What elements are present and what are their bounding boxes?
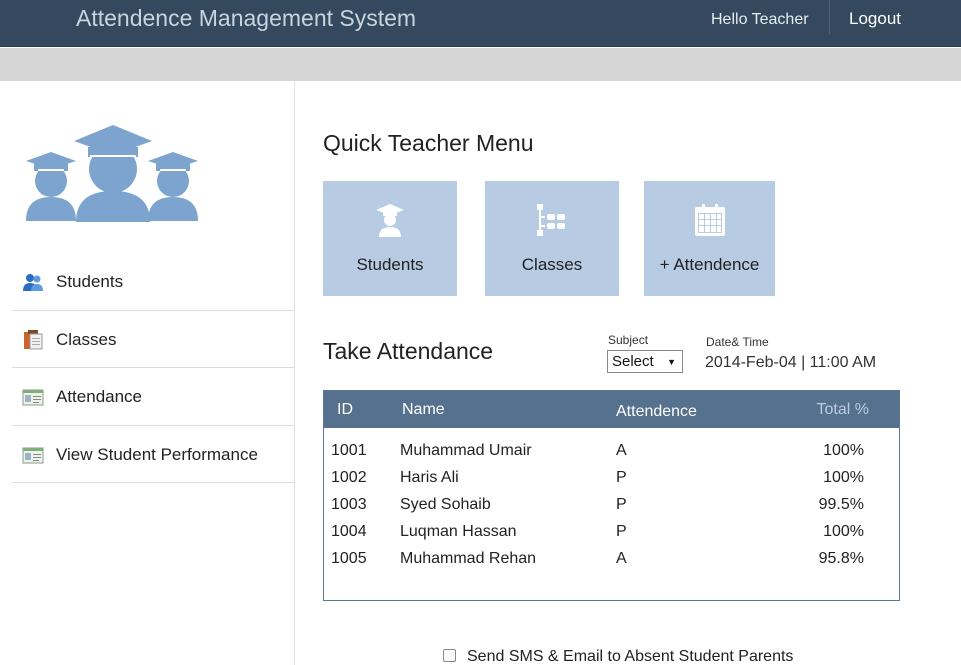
tile-label: Classes (521, 255, 583, 274)
subject-select[interactable]: Select ▼ (607, 350, 683, 373)
column-header-total: Total % (816, 401, 869, 418)
students-icon (23, 274, 43, 291)
id-card-icon (22, 447, 44, 463)
table-row[interactable]: 1003 Syed Sohaib P 99.5% (324, 496, 899, 523)
greeting-text: Hello Teacher (711, 11, 809, 28)
graduate-icon (376, 204, 404, 237)
cell-name: Muhammad Umair (400, 442, 532, 459)
table-header: ID Name Attendence Total % (324, 391, 899, 428)
cell-attendance[interactable]: A (616, 442, 627, 460)
cell-id: 1002 (331, 469, 367, 486)
subject-label: Subject (608, 333, 649, 347)
clipboard-icon (24, 329, 43, 349)
tile-add-attendence[interactable]: + Attendence (644, 181, 775, 296)
cell-total: 100% (823, 442, 864, 459)
sidebar-item-view-student-performance[interactable]: View Student Performance (12, 426, 294, 483)
cell-attendance[interactable]: A (616, 550, 627, 568)
cell-name: Syed Sohaib (400, 496, 491, 513)
datetime-value: 2014-Feb-04 | 11:00 AM (705, 354, 877, 371)
sidebar-item-students[interactable]: Students (12, 253, 294, 311)
tile-classes[interactable]: Classes (485, 181, 619, 296)
sidebar: Students Classes Attendance View Student… (0, 81, 295, 665)
cell-id: 1005 (331, 550, 367, 567)
quick-menu-title: Quick Teacher Menu (323, 130, 534, 156)
sms-checkbox-label[interactable]: Send SMS & Email to Absent Student Paren… (467, 648, 793, 665)
column-header-name: Name (402, 401, 445, 418)
tile-label: Students (356, 255, 424, 274)
cell-attendance[interactable]: P (616, 523, 627, 541)
table-row[interactable]: 1002 Haris Ali P 100% (324, 469, 899, 496)
calendar-icon (694, 204, 725, 236)
sidebar-item-label: Attendance (56, 387, 143, 406)
cell-total: 99.5% (818, 496, 864, 513)
cell-name: Haris Ali (400, 469, 459, 486)
top-navbar: Attendence Management System Hello Teach… (0, 0, 961, 47)
logout-link[interactable]: Logout (849, 9, 901, 29)
column-header-attendence: Attendence (616, 403, 697, 420)
tile-label: + Attendence (659, 255, 760, 274)
subject-select-value: Select (612, 353, 654, 370)
column-header-id: ID (337, 401, 353, 418)
cell-total: 100% (823, 523, 864, 540)
take-attendance-title: Take Attendance (323, 338, 494, 364)
sidebar-item-label: Classes (56, 329, 117, 349)
sidebar-item-label: Students (56, 272, 124, 291)
cell-id: 1001 (331, 442, 367, 459)
sub-header-bar (0, 48, 961, 81)
cell-total: 100% (823, 469, 864, 486)
table-row[interactable]: 1005 Muhammad Rehan A 95.8% (324, 550, 899, 577)
cell-total: 95.8% (818, 550, 864, 567)
graduates-logo-icon (26, 125, 198, 222)
sidebar-item-label: View Student Performance (56, 444, 258, 464)
cell-attendance[interactable]: P (616, 496, 627, 514)
table-row[interactable]: 1001 Muhammad Umair A 100% (324, 442, 899, 469)
app-title: Attendence Management System (76, 5, 417, 31)
tile-students[interactable]: Students (323, 181, 457, 296)
sidebar-item-attendance[interactable]: Attendance (12, 368, 294, 426)
cell-name: Muhammad Rehan (400, 550, 537, 567)
cell-id: 1004 (331, 523, 367, 540)
id-card-icon (22, 389, 44, 406)
dropdown-arrow-icon: ▼ (667, 357, 676, 367)
table-row[interactable]: 1004 Luqman Hassan P 100% (324, 523, 899, 550)
cell-attendance[interactable]: P (616, 469, 627, 487)
cell-name: Luqman Hassan (400, 523, 517, 540)
sidebar-nav: Students Classes Attendance View Student… (12, 253, 294, 483)
sidebar-item-classes[interactable]: Classes (12, 311, 294, 368)
hierarchy-icon (537, 204, 565, 236)
sms-checkbox[interactable] (443, 649, 456, 662)
navbar-divider (829, 0, 830, 34)
datetime-label: Date& Time (706, 335, 769, 349)
cell-id: 1003 (331, 496, 367, 513)
attendance-table: ID Name Attendence Total % 1001 Muhammad… (323, 390, 900, 601)
